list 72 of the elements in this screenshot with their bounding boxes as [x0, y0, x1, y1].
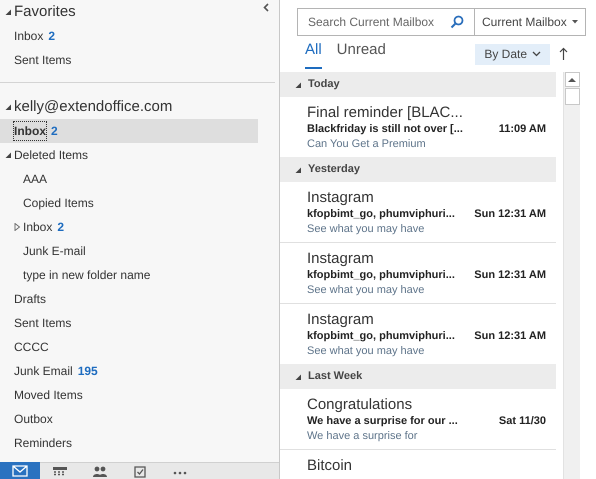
message-subject: We have a surprise for our ... — [307, 414, 458, 428]
folder-item[interactable]: Deleted Items — [14, 146, 88, 164]
folder-item[interactable]: Outbox — [14, 410, 53, 428]
dropdown-caret-icon[interactable] — [572, 20, 578, 24]
expanded-triangle-icon[interactable] — [295, 80, 302, 88]
people-icon[interactable] — [92, 465, 108, 478]
folder-item[interactable]: Copied Items — [23, 194, 94, 212]
message-subject: kfopbimt_go, phumviphuri... — [307, 207, 455, 221]
message-preview: See what you may have — [307, 222, 426, 236]
group-header[interactable]: Yesterday — [280, 157, 556, 182]
message-sender[interactable]: Congratulations — [307, 396, 546, 413]
unread-count: 2 — [48, 28, 56, 45]
folder-item[interactable]: Junk E-mail — [23, 242, 86, 260]
message-preview: See what you may have — [307, 283, 426, 297]
folder-item[interactable]: Moved Items — [14, 386, 83, 404]
scroll-up-arrow-icon[interactable] — [568, 77, 576, 82]
folder-item[interactable]: Inbox — [23, 218, 52, 236]
folder-item[interactable]: AAA — [23, 170, 48, 188]
message-sender[interactable]: Instagram — [307, 250, 546, 267]
message-subject: Blackfriday is still not over [... — [307, 122, 463, 136]
message-sender[interactable]: Final reminder [BLAC... — [307, 104, 546, 121]
search-field[interactable]: Search Current Mailbox — [297, 8, 475, 36]
folder-item[interactable]: Reminders — [14, 434, 72, 452]
calendar-icon[interactable] — [52, 465, 68, 478]
message-sender[interactable]: Bitcoin — [307, 457, 546, 474]
message-subject: kfopbimt_go, phumviphuri... — [307, 268, 455, 282]
expanded-triangle-icon[interactable] — [295, 166, 302, 174]
message-sender[interactable]: Instagram — [307, 311, 546, 328]
chevron-down-icon — [532, 51, 541, 57]
sort-direction-icon[interactable] — [559, 47, 568, 61]
message-time: Sun 12:31 AM — [474, 207, 546, 221]
folder-item[interactable]: Inbox — [14, 122, 46, 140]
folder-item[interactable]: type in new folder name — [23, 266, 150, 284]
expanded-triangle-icon[interactable] — [5, 103, 12, 111]
message-preview: See what you may have — [307, 344, 426, 358]
message-time: 11:09 AM — [498, 122, 546, 136]
folder-item[interactable]: Sent Items — [14, 314, 72, 332]
section-title[interactable]: kelly@extendoffice.com — [14, 96, 172, 118]
scrollbar-thumb[interactable] — [564, 88, 580, 105]
collapse-pane-icon[interactable] — [263, 3, 269, 12]
mail-nav-button[interactable] — [0, 462, 40, 479]
tasks-icon[interactable] — [132, 465, 148, 478]
message-preview: We have a surprise for — [307, 429, 418, 443]
expanded-triangle-icon[interactable] — [5, 151, 12, 159]
folder-item[interactable]: Inbox — [14, 27, 44, 45]
folder-item[interactable]: Junk Email — [14, 362, 73, 380]
search-input: Search Current Mailbox — [308, 13, 450, 31]
message-time: Sun 12:31 AM — [474, 268, 546, 282]
message-subject: kfopbimt_go, phumviphuri... — [307, 329, 455, 343]
message-sender[interactable]: Instagram — [307, 189, 546, 206]
filter-tab[interactable]: All — [305, 38, 322, 70]
message-time: Sun 12:31 AM — [474, 329, 546, 343]
message-time: Sat 11/30 — [498, 414, 546, 428]
group-header[interactable]: Today — [280, 72, 556, 97]
filter-tab[interactable]: Unread — [336, 38, 386, 70]
expanded-triangle-icon[interactable] — [295, 372, 302, 380]
folder-item[interactable]: Drafts — [14, 290, 46, 308]
unread-count: 2 — [51, 123, 58, 140]
unread-count: 195 — [78, 363, 98, 380]
search-scope-dropdown[interactable]: Current Mailbox — [475, 8, 586, 36]
scrollbar[interactable] — [563, 72, 580, 479]
mail-icon[interactable] — [12, 465, 28, 478]
sort-button[interactable]: By Date — [475, 44, 550, 64]
group-header[interactable]: Last Week — [280, 364, 556, 389]
expanded-triangle-icon[interactable] — [5, 8, 12, 16]
collapsed-triangle-icon[interactable] — [14, 223, 21, 231]
unread-count: 2 — [57, 219, 64, 236]
section-title[interactable]: Favorites — [14, 0, 76, 24]
folder-item[interactable]: CCCC — [14, 338, 49, 356]
folder-item[interactable]: Sent Items — [14, 51, 72, 69]
search-icon[interactable] — [450, 15, 464, 29]
message-preview: Can You Get a Premium — [307, 137, 427, 151]
